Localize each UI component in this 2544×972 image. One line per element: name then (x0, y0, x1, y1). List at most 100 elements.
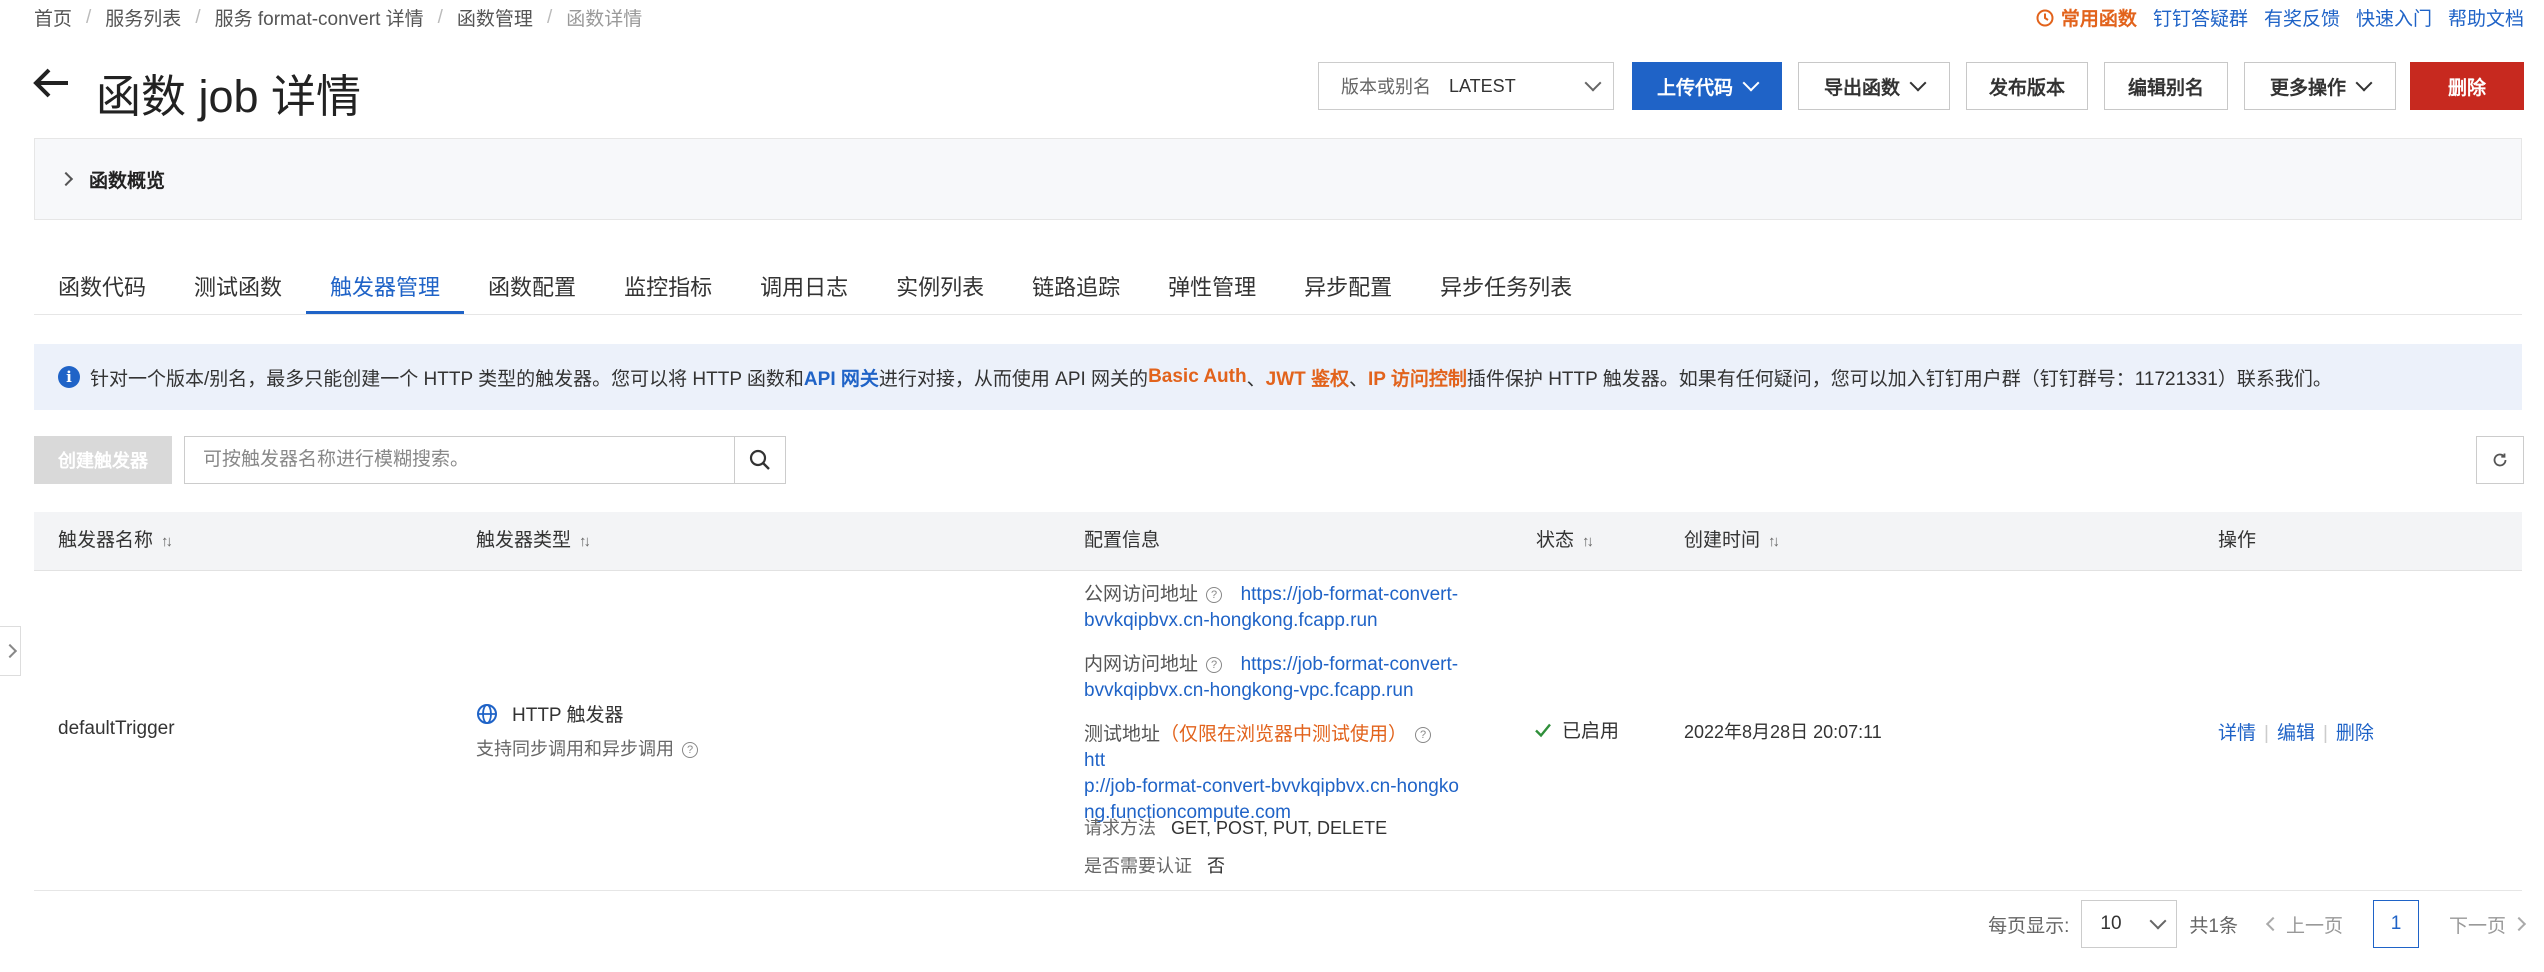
prev-page-button[interactable]: 上一页 (2265, 911, 2343, 938)
export-function-button[interactable]: 导出函数 (1798, 62, 1950, 110)
breadcrumb-separator: / (86, 6, 92, 28)
info-text: 、 (1246, 368, 1266, 390)
internal-url-link[interactable]: https://job-format-convert- (1241, 654, 1459, 675)
quick-start-link[interactable]: 快速入门 (2356, 4, 2432, 31)
per-page-select[interactable]: 10 (2081, 900, 2178, 948)
dingtalk-group-link[interactable]: 钉钉答疑群 (2153, 4, 2248, 31)
per-page-label: 每页显示: (1988, 915, 2070, 937)
tab-bar: 函数代码 测试函数 触发器管理 函数配置 监控指标 调用日志 实例列表 链路追踪… (34, 252, 2522, 315)
jwt-auth-link[interactable]: JWT 鉴权 (1266, 364, 1349, 391)
upload-code-label: 上传代码 (1656, 77, 1733, 99)
chevron-left-icon (2265, 916, 2281, 932)
page-number-button[interactable]: 1 (2372, 900, 2419, 948)
column-trigger-name[interactable]: 触发器名称 ↑↓ (58, 512, 173, 570)
column-created-time[interactable]: 创建时间 ↑↓ (1684, 512, 1780, 570)
internal-url-label: 内网访问地址 (1084, 654, 1199, 675)
created-time: 2022年8月28日 20:07:11 (1684, 722, 1882, 742)
refresh-button[interactable] (2476, 436, 2524, 484)
search-button[interactable] (734, 437, 785, 483)
tab-function-config[interactable]: 函数配置 (464, 252, 600, 314)
next-page-button[interactable]: 下一页 (2449, 911, 2527, 938)
detail-link[interactable]: 详情 (2218, 723, 2256, 744)
public-url-link-cont[interactable]: bvvkqipbvx.cn-hongkong.fcapp.run (1084, 610, 1378, 631)
chevron-down-icon (1742, 74, 1760, 92)
upload-code-button[interactable]: 上传代码 (1632, 62, 1782, 110)
trigger-search-input[interactable] (185, 437, 734, 483)
table-header: 触发器名称 ↑↓ 触发器类型 ↑↓ 配置信息 状态 ↑↓ 创建时间 ↑↓ 操作 (34, 512, 2522, 571)
frequent-functions-link[interactable]: 常用函数 (2036, 4, 2137, 31)
chevron-down-icon (1584, 74, 1602, 92)
tab-async-task-list[interactable]: 异步任务列表 (1416, 252, 1596, 314)
column-label: 状态 (1536, 530, 1575, 551)
function-overview-label: 函数概览 (89, 170, 166, 192)
globe-icon (477, 703, 497, 724)
basic-auth-link[interactable]: Basic Auth (1148, 366, 1247, 388)
export-function-label: 导出函数 (1823, 77, 1900, 99)
trigger-type-cell: HTTP 触发器 支持同步调用和异步调用? (476, 700, 706, 761)
breadcrumb-function-management[interactable]: 函数管理 (457, 4, 533, 31)
trigger-search (184, 436, 786, 484)
auth-required-label: 是否需要认证 (1084, 856, 1192, 876)
help-icon[interactable]: ? (1206, 656, 1223, 673)
breadcrumb-separator: / (195, 6, 201, 28)
ip-access-control-link[interactable]: IP 访问控制 (1368, 364, 1467, 391)
auth-required-value: 否 (1207, 856, 1226, 876)
edit-alias-label: 编辑别名 (2127, 77, 2204, 99)
publish-version-label: 发布版本 (1988, 77, 2065, 99)
tab-tracing[interactable]: 链路追踪 (1008, 252, 1144, 314)
sort-icon: ↑↓ (161, 533, 173, 550)
tab-test-function[interactable]: 测试函数 (170, 252, 306, 314)
request-methods-label: 请求方法 (1084, 818, 1156, 838)
delete-function-button[interactable]: 删除 (2410, 62, 2524, 110)
prev-page-label: 上一页 (2285, 915, 2343, 937)
tab-invocation-logs[interactable]: 调用日志 (736, 252, 872, 314)
tab-trigger-management[interactable]: 触发器管理 (306, 252, 465, 314)
breadcrumb-service-detail[interactable]: 服务 format-convert 详情 (215, 4, 424, 31)
breadcrumb-separator: / (437, 6, 443, 28)
column-config: 配置信息 (1084, 530, 1161, 551)
public-url-link[interactable]: https://job-format-convert- (1241, 584, 1459, 605)
breadcrumb-home[interactable]: 首页 (34, 4, 72, 31)
info-text: 插件保护 HTTP 触发器。如果有任何疑问，您可以加入钉钉用户群（钉钉群号：11… (1466, 368, 2332, 390)
tab-monitoring-metrics[interactable]: 监控指标 (600, 252, 736, 314)
edit-alias-button[interactable]: 编辑别名 (2104, 62, 2228, 110)
internal-url-link-cont[interactable]: bvvkqipbvx.cn-hongkong-vpc.fcapp.run (1084, 680, 1414, 701)
test-url-link[interactable]: htt (1084, 750, 1105, 771)
chevron-down-icon (1909, 74, 1927, 92)
request-methods-value: GET, POST, PUT, DELETE (1171, 818, 1388, 838)
help-docs-link[interactable]: 帮助文档 (2448, 4, 2524, 31)
publish-version-button[interactable]: 发布版本 (1966, 62, 2088, 110)
info-banner: i 针对一个版本/别名，最多只能创建一个 HTTP 类型的触发器。您可以将 HT… (34, 344, 2522, 410)
clock-icon (2036, 9, 2054, 26)
tab-elastic-management[interactable]: 弹性管理 (1144, 252, 1280, 314)
tab-async-config[interactable]: 异步配置 (1280, 252, 1416, 314)
back-arrow-icon[interactable] (32, 66, 70, 106)
more-actions-button[interactable]: 更多操作 (2244, 62, 2396, 110)
feedback-link[interactable]: 有奖反馈 (2264, 4, 2340, 31)
trigger-type: HTTP 触发器 (512, 705, 624, 726)
tab-instance-list[interactable]: 实例列表 (872, 252, 1008, 314)
version-alias-select[interactable]: 版本或别名 LATEST (1318, 62, 1614, 110)
refresh-icon (2493, 453, 2507, 467)
create-trigger-button[interactable]: 创建触发器 (34, 436, 172, 484)
divider: | (2322, 723, 2328, 744)
help-icon[interactable]: ? (682, 742, 698, 759)
delete-link[interactable]: 删除 (2336, 723, 2374, 744)
test-url-label: 测试地址 (1084, 724, 1161, 745)
help-icon[interactable]: ? (1206, 586, 1223, 603)
version-alias-value: LATEST (1449, 75, 1516, 96)
chevron-down-icon (2355, 74, 2373, 92)
api-gateway-link[interactable]: API 网关 (804, 364, 879, 391)
breadcrumb-current: 函数详情 (566, 9, 643, 30)
function-overview-panel[interactable]: 函数概览 (34, 138, 2522, 220)
column-trigger-type[interactable]: 触发器类型 ↑↓ (476, 512, 591, 570)
info-text: 、 (1349, 368, 1369, 390)
help-icon[interactable]: ? (1415, 726, 1432, 743)
breadcrumb-service-list[interactable]: 服务列表 (105, 4, 181, 31)
tab-function-code[interactable]: 函数代码 (34, 252, 170, 314)
sidebar-expand-handle[interactable] (0, 626, 21, 676)
config-request-methods: 请求方法 GET, POST, PUT, DELETE (1084, 814, 1387, 840)
column-status[interactable]: 状态 ↑↓ (1536, 512, 1594, 570)
edit-link[interactable]: 编辑 (2277, 723, 2315, 744)
test-url-link-cont[interactable]: p://job-format-convert-bvvkqipbvx.cn-hon… (1084, 776, 1459, 797)
